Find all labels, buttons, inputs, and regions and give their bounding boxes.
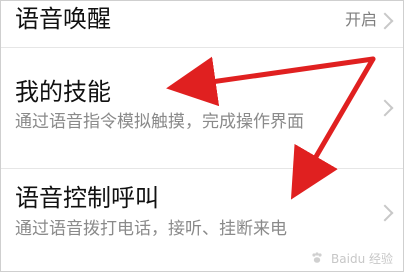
voice-wakeup-title: 语音唤醒 [15,5,111,33]
voice-call-control-description: 通过语音拨打电话，接听、挂断来电 [15,219,287,239]
my-skills-description: 通过语音指令模拟触摸，完成操作界面 [15,112,304,132]
chevron-right-icon [376,99,394,117]
chevron-right-icon [376,204,394,222]
my-skills-title: 我的技能 [15,78,111,106]
voice-call-control-title: 语音控制呼叫 [15,184,159,212]
voice-wakeup-status: 开启 [344,10,377,29]
chevron-right-icon [376,12,394,30]
baidu-paw-icon [311,252,323,267]
settings-item-my-skills[interactable]: 我的技能 通过语音指令模拟触摸，完成操作界面 [1,48,403,168]
settings-item-voice-wakeup[interactable]: 语音唤醒 开启 [1,1,403,47]
baidu-watermark: Baidu 经验 [311,252,393,267]
screenshot-frame: 语音唤醒 开启 我的技能 通过语音指令模拟触摸，完成操作界面 语音控制呼叫 通过… [0,0,404,272]
baidu-watermark-text: Baidu 经验 [331,252,393,266]
